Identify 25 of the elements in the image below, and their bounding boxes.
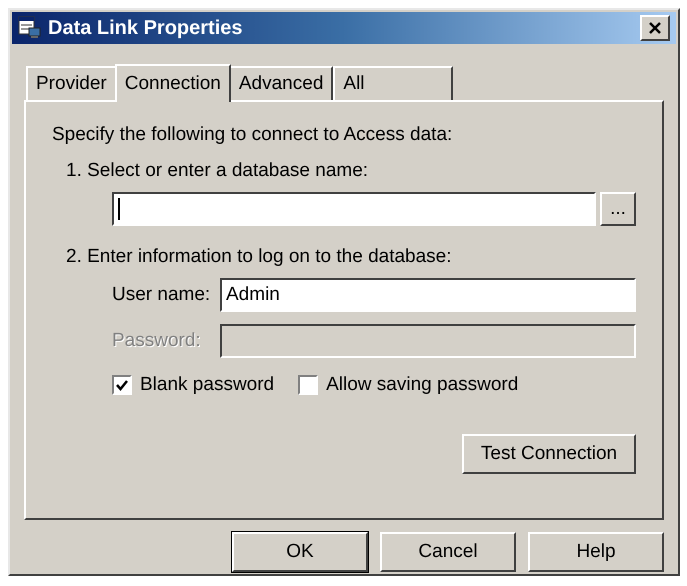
- checkbox-label: Blank password: [140, 374, 274, 396]
- tab[interactable]: Connection: [114, 64, 231, 102]
- window-title: Data Link Properties: [48, 16, 244, 40]
- field-label: User name:: [112, 284, 212, 306]
- dialog-button[interactable]: Help: [528, 532, 664, 572]
- step-label: 1. Select or enter a database name:: [66, 160, 370, 182]
- field-label: Password:: [112, 330, 202, 352]
- close-icon: [648, 21, 662, 35]
- tab[interactable]: Provider: [26, 66, 117, 100]
- tab[interactable]: All: [333, 66, 454, 100]
- checkbox[interactable]: [112, 375, 132, 395]
- step-label: 2. Enter information to log on to the database:: [66, 246, 453, 268]
- browse-button[interactable]: ...: [600, 192, 636, 226]
- intro-text: Specify the following to connect to Access data:: [52, 124, 454, 146]
- close-button[interactable]: [640, 15, 670, 41]
- database-field[interactable]: [112, 192, 596, 226]
- checkbox[interactable]: [298, 375, 318, 395]
- tab[interactable]: Advanced: [228, 66, 334, 100]
- window-icon: [18, 16, 42, 40]
- check-icon: [115, 378, 129, 392]
- checkbox-label: Allow saving password: [326, 374, 518, 396]
- dialog-button[interactable]: OK: [232, 532, 368, 572]
- input-field[interactable]: Admin: [220, 278, 636, 312]
- test-connection-button[interactable]: Test Connection: [462, 434, 636, 474]
- dialog-button[interactable]: Cancel: [380, 532, 516, 572]
